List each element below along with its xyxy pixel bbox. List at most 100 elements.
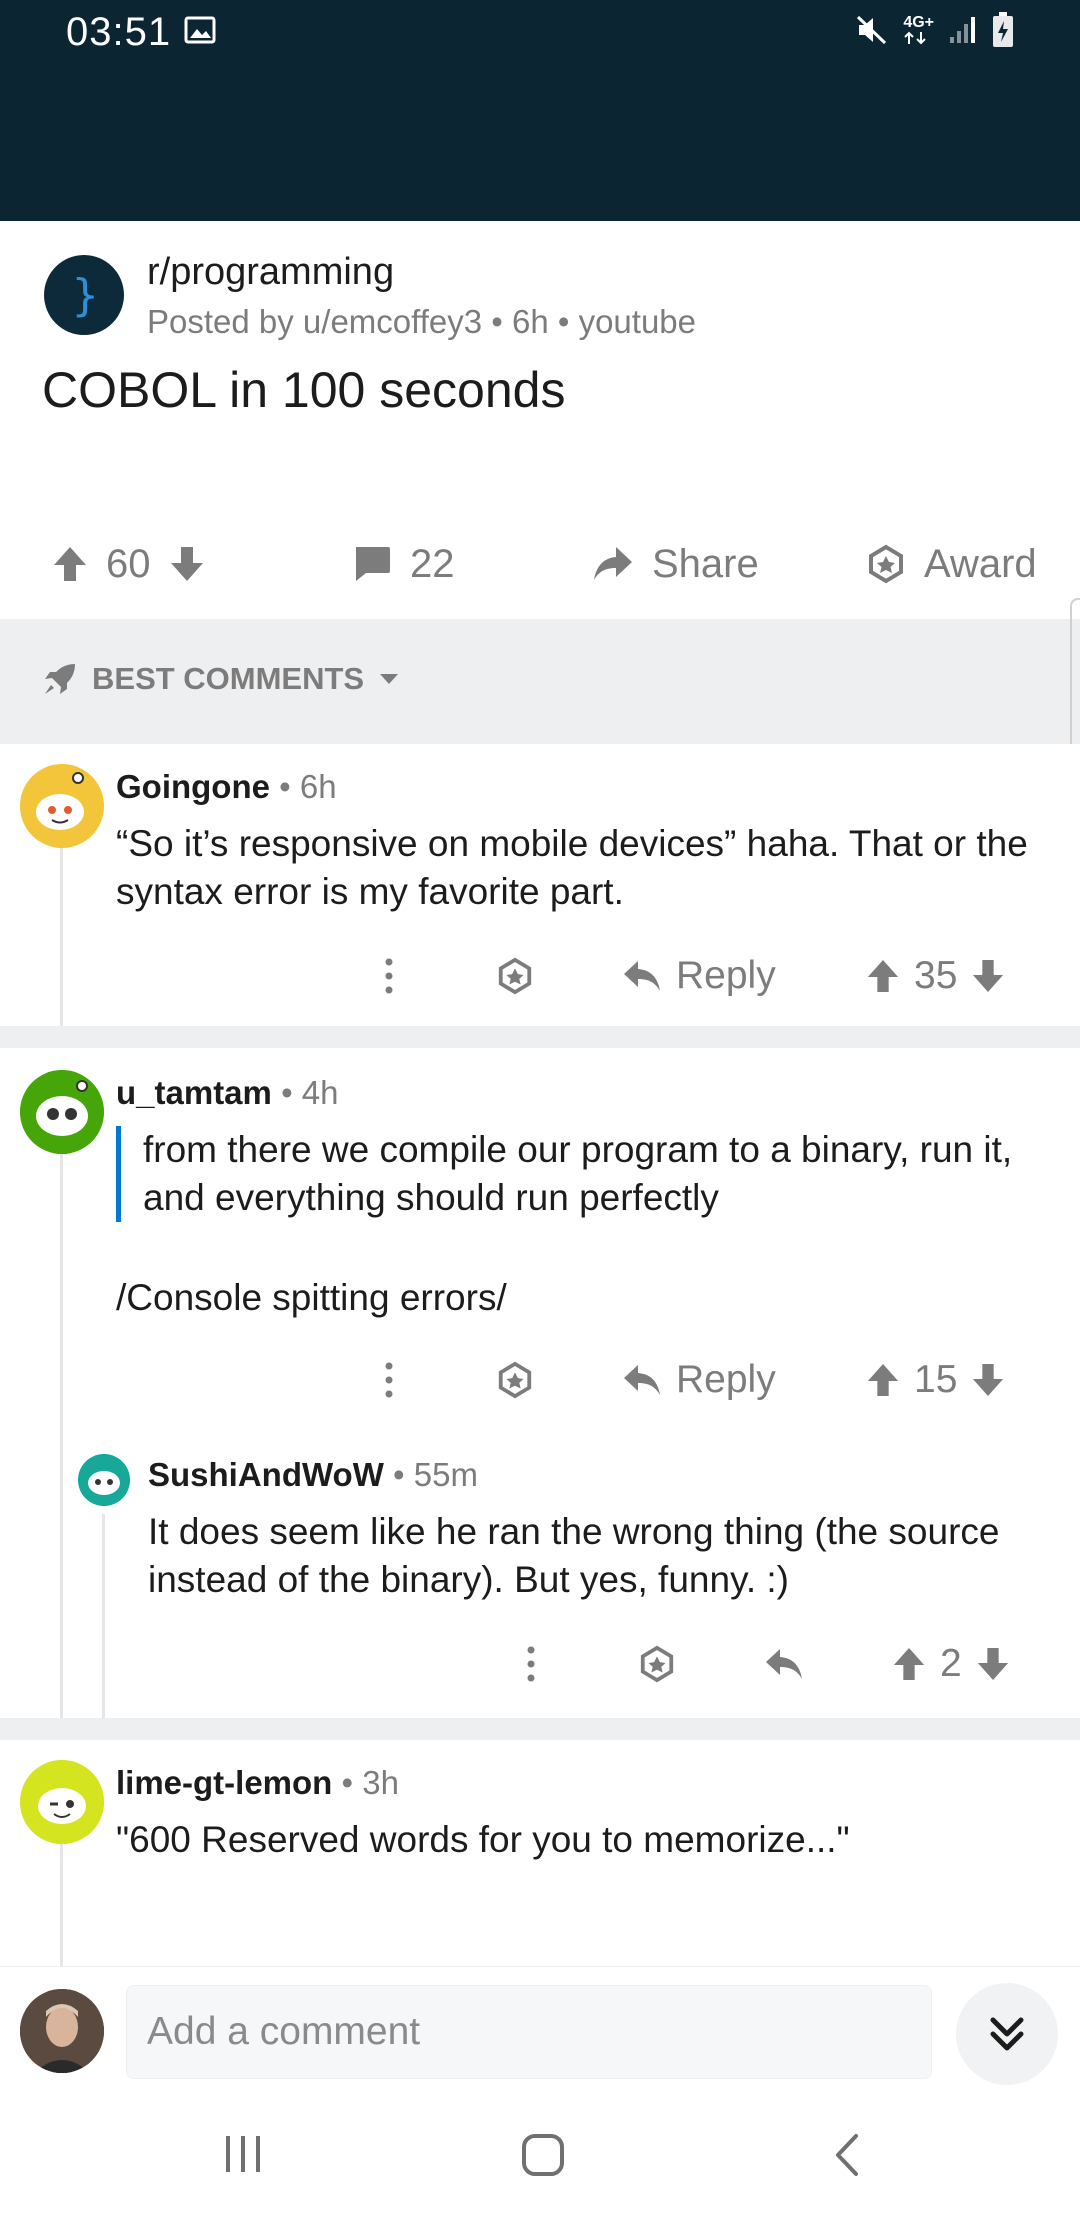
double-chevron-down-icon xyxy=(990,2017,1024,2051)
downvote-icon[interactable] xyxy=(169,545,205,583)
post-comment-count: 22 xyxy=(410,541,455,586)
post-action-bar: 60 22 Share Award xyxy=(0,510,1080,618)
avatar[interactable] xyxy=(20,1760,104,1844)
comment-u-tamtam: u_tamtam • 4h from there we compile our … xyxy=(0,1048,1080,1744)
comment-meta: SushiAndWoW • 55m xyxy=(148,1456,478,1493)
thread-line[interactable] xyxy=(60,1844,63,1966)
battery-charging-icon xyxy=(993,12,1013,47)
more-vertical-icon xyxy=(385,958,393,994)
back-icon[interactable] xyxy=(830,2132,864,2178)
subreddit-name[interactable]: r/programming xyxy=(147,251,394,294)
user-avatar[interactable] xyxy=(20,1989,104,2073)
post-comments-button[interactable]: 22 xyxy=(352,542,455,587)
award-label: Award xyxy=(924,541,1037,586)
comment-vote-group: 15 xyxy=(866,1358,1005,1402)
recent-apps-icon[interactable] xyxy=(222,2132,264,2176)
status-indicators: 4G+ xyxy=(855,12,1014,48)
reply-button[interactable]: Reply xyxy=(622,954,776,998)
code-brace-icon: } xyxy=(72,270,99,320)
sort-dropdown[interactable]: BEST COMMENTS xyxy=(42,661,400,697)
comment-author[interactable]: SushiAndWoW xyxy=(148,1456,384,1493)
award-icon xyxy=(640,1645,674,1683)
reply-label: Reply xyxy=(676,954,776,997)
upvote-icon[interactable] xyxy=(892,1646,926,1682)
comment-quote: from there we compile our program to a b… xyxy=(116,1126,1056,1222)
downvote-icon[interactable] xyxy=(971,958,1005,994)
add-comment-input[interactable]: Add a comment xyxy=(126,1985,932,2079)
share-label: Share xyxy=(652,541,759,586)
comment-body: “So it’s responsive on mobile devices” h… xyxy=(116,823,1028,912)
reply-arrow-icon xyxy=(766,1649,802,1679)
reply-button[interactable]: Reply xyxy=(622,1358,776,1402)
comment-composer-bar: Add a comment xyxy=(0,1966,1080,2092)
comment-vote-group: 35 xyxy=(866,954,1005,998)
comment-score: 15 xyxy=(914,1358,958,1401)
comment-time: 4h xyxy=(301,1074,339,1111)
upvote-icon[interactable] xyxy=(866,958,900,994)
post-title[interactable]: COBOL in 100 seconds xyxy=(42,361,565,419)
caret-down-icon xyxy=(380,674,399,684)
comment-author[interactable]: u_tamtam xyxy=(116,1074,272,1111)
reply-arrow-icon xyxy=(624,961,660,991)
more-options-button[interactable] xyxy=(382,956,396,996)
comment-divider xyxy=(0,1026,1080,1048)
nested-thread-line[interactable] xyxy=(102,1514,105,1744)
comment-author[interactable]: lime-gt-lemon xyxy=(116,1764,332,1801)
share-button[interactable]: Share xyxy=(592,542,759,587)
award-comment-button[interactable] xyxy=(496,957,534,995)
comment-body: "600 Reserved words for you to memorize.… xyxy=(116,1819,850,1860)
reply-button[interactable] xyxy=(764,1647,804,1681)
comment-meta: Goingone • 6h xyxy=(116,768,337,805)
comment-divider xyxy=(0,1718,1080,1740)
post-meta: Posted by u/emcoffey3 • 6h • youtube xyxy=(147,303,697,340)
award-button[interactable]: Award xyxy=(866,542,1037,587)
comment-author[interactable]: Goingone xyxy=(116,768,270,805)
subreddit-avatar[interactable]: } xyxy=(44,255,124,335)
comment-time: 3h xyxy=(362,1764,399,1801)
avatar[interactable] xyxy=(20,764,104,848)
award-comment-button[interactable] xyxy=(638,1645,676,1683)
network-type: 4G+ xyxy=(903,14,934,31)
comment-lime-gt-lemon: lime-gt-lemon • 3h "600 Reserved words f… xyxy=(0,1740,1080,1966)
comment-sort-bar: BEST COMMENTS xyxy=(0,619,1080,744)
comment-bubble-icon xyxy=(356,547,390,581)
snoo-avatar-icon xyxy=(78,1454,130,1506)
status-time: 03:51 xyxy=(66,10,172,54)
comment-goingone: Goingone • 6h “So it’s responsive on mob… xyxy=(0,744,1080,1026)
award-icon xyxy=(869,544,903,584)
add-comment-placeholder: Add a comment xyxy=(147,2010,421,2053)
image-notification-icon xyxy=(184,16,216,44)
more-options-button[interactable] xyxy=(524,1644,538,1684)
snoo-avatar-icon xyxy=(20,1760,104,1844)
reply-arrow-icon xyxy=(624,1365,660,1395)
next-comment-button[interactable] xyxy=(956,1983,1058,2085)
downvote-icon[interactable] xyxy=(976,1646,1010,1682)
more-vertical-icon xyxy=(527,1646,535,1682)
comment-score: 35 xyxy=(914,954,958,997)
avatar[interactable] xyxy=(20,1070,104,1154)
upvote-icon[interactable] xyxy=(52,545,88,583)
comment-actions: Reply 35 xyxy=(0,946,1080,1006)
home-icon[interactable] xyxy=(520,2132,566,2178)
svg-text:}: } xyxy=(72,270,99,320)
downvote-icon[interactable] xyxy=(971,1362,1005,1398)
more-vertical-icon xyxy=(385,1362,393,1398)
comment-actions: 2 xyxy=(0,1634,1080,1694)
upvote-icon[interactable] xyxy=(866,1362,900,1398)
rocket-icon xyxy=(45,664,75,694)
comment-body: It does seem like he ran the wrong thing… xyxy=(148,1511,1000,1600)
status-bar: 03:51 4G+ xyxy=(0,0,1080,221)
signal-icon xyxy=(950,17,975,43)
comment-time: 55m xyxy=(413,1456,478,1493)
more-options-button[interactable] xyxy=(382,1360,396,1400)
mute-icon xyxy=(857,15,887,45)
award-comment-button[interactable] xyxy=(496,1361,534,1399)
comment-vote-group: 2 xyxy=(892,1642,1010,1686)
sort-label: BEST COMMENTS xyxy=(92,661,365,696)
award-icon xyxy=(498,957,532,995)
avatar[interactable] xyxy=(78,1454,130,1506)
reply-label: Reply xyxy=(676,1358,776,1401)
comment-meta: lime-gt-lemon • 3h xyxy=(116,1764,399,1801)
comment-score: 2 xyxy=(940,1642,962,1685)
system-nav-bar xyxy=(0,2092,1080,2220)
